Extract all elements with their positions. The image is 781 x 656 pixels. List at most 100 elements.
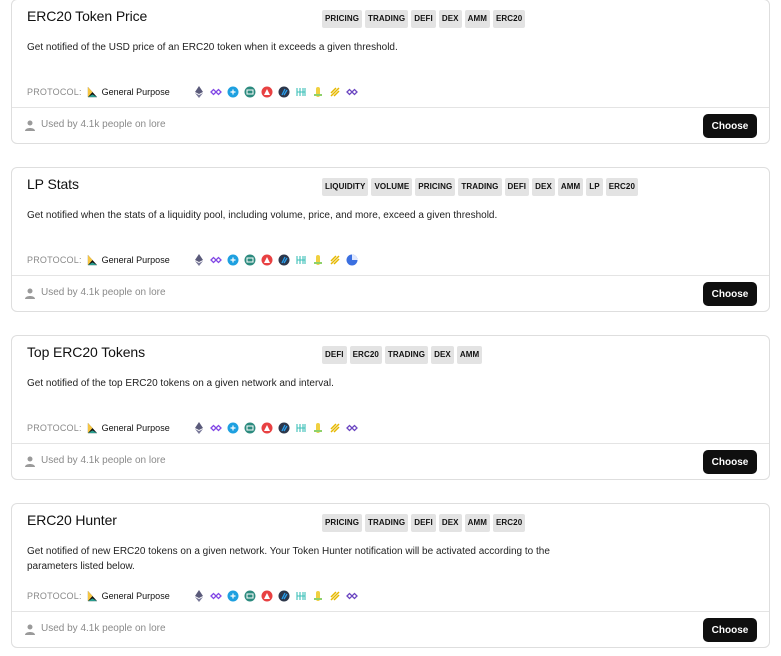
usage-count: Used by 4.1k people on lore: [41, 287, 166, 298]
tag: DEX: [431, 346, 454, 364]
ethereum-icon: [195, 86, 203, 98]
arbitrum-icon: [278, 590, 290, 602]
tag: LIQUIDITY: [322, 178, 369, 196]
zksync-icon: [227, 86, 239, 98]
polygon-icon: [210, 424, 222, 432]
choose-button[interactable]: Choose: [703, 282, 757, 306]
arbitrum-icon: [278, 86, 290, 98]
protocol-label: PROTOCOL:: [27, 423, 82, 433]
tag: AMM: [557, 178, 584, 196]
tag: AMM: [456, 346, 483, 364]
tag: DEX: [438, 514, 462, 532]
tag: DEX: [438, 10, 462, 28]
linea-icon: [330, 87, 340, 97]
protocol-label: PROTOCOL:: [27, 87, 82, 97]
card-footer: Used by 4.1k people on lore Choose: [12, 275, 769, 312]
card-title: ERC20 Token Price: [27, 8, 148, 24]
card-description: Get notified of the top ERC20 tokens on …: [27, 378, 334, 389]
celo-icon: [346, 254, 358, 266]
card-footer: Used by 4.1k people on lore Choose: [12, 107, 769, 144]
user-icon: [25, 288, 35, 299]
tag: LP: [586, 178, 603, 196]
chain-list: [193, 84, 358, 100]
tag-list: PRICING TRADING DEFI DEX AMM ERC20: [322, 10, 526, 28]
general-purpose-logo-icon: [87, 590, 97, 601]
tag: ERC20: [492, 10, 526, 28]
user-icon: [25, 456, 35, 467]
protocol-name: General Purpose: [101, 591, 170, 601]
zksync-icon: [227, 590, 239, 602]
linea-icon: [330, 255, 340, 265]
template-card: ERC20 Token Price PRICING TRADING DEFI D…: [11, 0, 770, 144]
avalanche-icon: [296, 592, 306, 600]
zksync-icon: [227, 422, 239, 434]
tag-list: LIQUIDITY VOLUME PRICING TRADING DEFI DE…: [322, 178, 639, 196]
polygon-icon: [210, 88, 222, 96]
bsc-icon: [346, 88, 358, 96]
card-description: Get notified of the USD price of an ERC2…: [27, 42, 398, 53]
general-purpose-logo-icon: [87, 86, 97, 97]
avalanche-icon: [296, 88, 306, 96]
base-icon: [244, 254, 256, 266]
protocol-name: General Purpose: [101, 423, 170, 433]
chain-list: [193, 588, 358, 604]
ethereum-icon: [195, 422, 203, 434]
linea-icon: [330, 591, 340, 601]
protocol-row: PROTOCOL: General Purpose: [27, 588, 170, 604]
user-icon: [25, 624, 35, 635]
choose-button[interactable]: Choose: [703, 618, 757, 642]
user-icon: [25, 120, 35, 131]
usage-count: Used by 4.1k people on lore: [41, 623, 166, 634]
tag: VOLUME: [371, 178, 413, 196]
card-description: Get notified of new ERC20 tokens on a gi…: [27, 546, 550, 572]
ethereum-icon: [195, 254, 203, 266]
tag: TRADING: [384, 346, 429, 364]
optimism-icon: [261, 254, 273, 266]
protocol-row: PROTOCOL: General Purpose: [27, 84, 170, 100]
base-icon: [244, 422, 256, 434]
near-icon: [314, 591, 322, 601]
avalanche-icon: [296, 424, 306, 432]
tag: TRADING: [458, 178, 502, 196]
optimism-icon: [261, 422, 273, 434]
ethereum-icon: [195, 590, 203, 602]
card-footer: Used by 4.1k people on lore Choose: [12, 611, 769, 648]
general-purpose-logo-icon: [87, 422, 97, 433]
protocol-label: PROTOCOL:: [27, 591, 82, 601]
tag: ERC20: [349, 346, 382, 364]
card-title: Top ERC20 Tokens: [27, 344, 145, 360]
arbitrum-icon: [278, 422, 290, 434]
linea-icon: [330, 423, 340, 433]
base-icon: [244, 590, 256, 602]
card-description: Get notified when the stats of a liquidi…: [27, 210, 498, 221]
tag: DEFI: [504, 178, 530, 196]
tag: TRADING: [365, 514, 409, 532]
tag-list: PRICING TRADING DEFI DEX AMM ERC20: [322, 514, 526, 532]
template-card: Top ERC20 Tokens DEFI ERC20 TRADING DEX …: [11, 335, 770, 480]
choose-button[interactable]: Choose: [703, 450, 757, 474]
zksync-icon: [227, 254, 239, 266]
tag: DEFI: [322, 346, 347, 364]
protocol-row: PROTOCOL: General Purpose: [27, 420, 170, 436]
bsc-icon: [346, 424, 358, 432]
usage-count: Used by 4.1k people on lore: [41, 119, 166, 130]
tag: AMM: [464, 514, 490, 532]
tag: ERC20: [492, 514, 526, 532]
choose-button[interactable]: Choose: [703, 114, 757, 138]
tag: AMM: [464, 10, 490, 28]
chain-list: [193, 420, 358, 436]
tag: DEX: [532, 178, 555, 196]
card-footer: Used by 4.1k people on lore Choose: [12, 443, 769, 480]
tag: TRADING: [365, 10, 409, 28]
optimism-icon: [261, 86, 273, 98]
card-title: LP Stats: [27, 176, 79, 192]
optimism-icon: [261, 590, 273, 602]
tag: ERC20: [605, 178, 639, 196]
tag: PRICING: [415, 178, 456, 196]
protocol-label: PROTOCOL:: [27, 255, 82, 265]
near-icon: [314, 87, 322, 97]
avalanche-icon: [296, 256, 306, 264]
general-purpose-logo-icon: [87, 254, 97, 265]
chain-list: [193, 252, 358, 268]
card-title: ERC20 Hunter: [27, 512, 117, 528]
